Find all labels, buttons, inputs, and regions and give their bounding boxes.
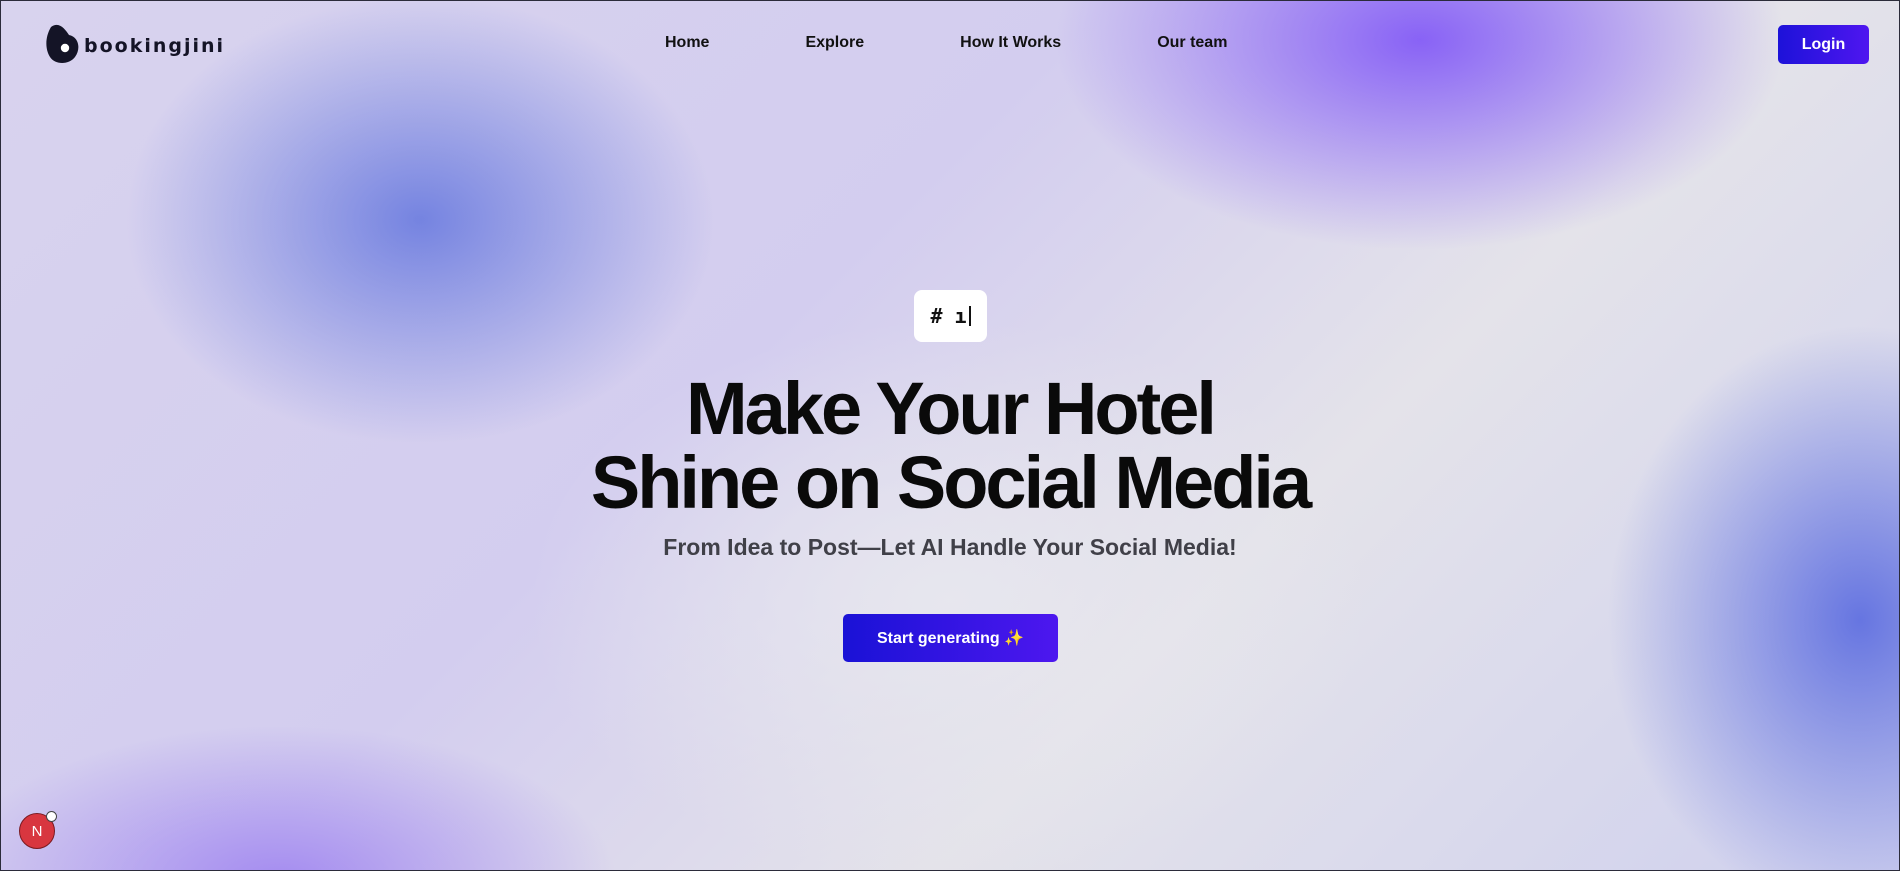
main-nav: Home Explore How It Works Our team [665, 34, 1227, 52]
top-navbar: bookingjini Home Explore How It Works Ou… [0, 0, 1900, 90]
logo-mark-icon [46, 24, 79, 63]
typing-badge: # ı [914, 290, 987, 342]
brand-name: bookingjini [84, 35, 226, 57]
login-button[interactable]: Login [1778, 25, 1869, 64]
dev-tools-indicator[interactable]: N [19, 811, 57, 849]
dev-tools-indicator-label: N [31, 822, 43, 840]
nav-link-home[interactable]: Home [665, 34, 709, 52]
nav-link-how-it-works[interactable]: How It Works [960, 34, 1061, 52]
hero-headline-line-2: Shine on Social Media [590, 441, 1312, 524]
text-caret-icon [968, 306, 971, 326]
typing-badge-text: # ı [930, 304, 967, 328]
nav-link-explore[interactable]: Explore [805, 34, 864, 52]
start-generating-button[interactable]: Start generating ✨ [843, 614, 1058, 662]
nav-link-our-team[interactable]: Our team [1157, 34, 1227, 52]
status-dot-icon [46, 811, 57, 822]
brand-logo[interactable]: bookingjini [45, 23, 225, 65]
hero-subtitle: From Idea to Post—Let AI Handle Your Soc… [663, 534, 1237, 560]
hero-headline-line-1: Make Your Hotel [686, 367, 1217, 450]
hero-headline: Make Your Hotel Shine on Social Media [0, 372, 1900, 520]
